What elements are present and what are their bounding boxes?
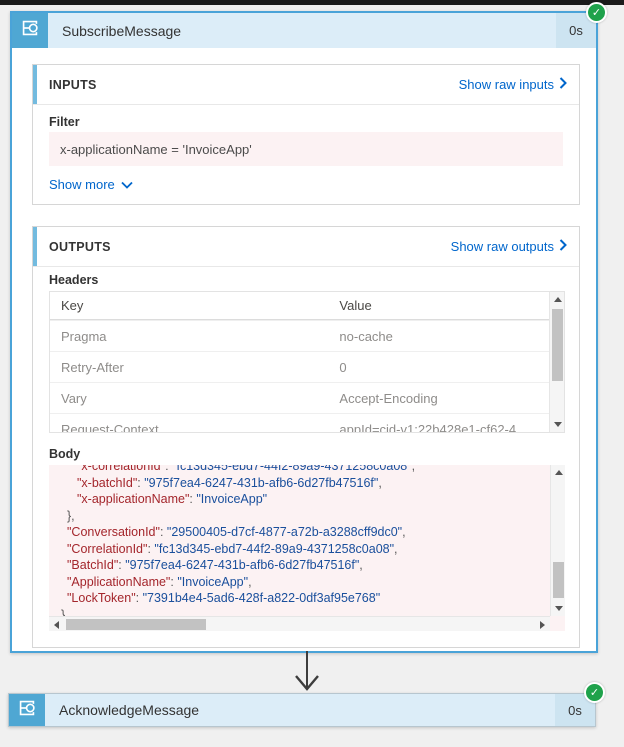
action-header-acknowledge[interactable]: AcknowledgeMessage 0s xyxy=(9,694,595,726)
show-raw-outputs-link[interactable]: Show raw outputs xyxy=(451,239,567,254)
table-vertical-scrollbar[interactable] xyxy=(549,292,564,432)
scroll-right-icon[interactable] xyxy=(535,617,550,631)
outputs-panel-header: OUTPUTS Show raw outputs xyxy=(33,227,579,267)
action-card-subscribe-message: SubscribeMessage 0s INPUTS Show raw inpu… xyxy=(10,11,598,653)
json-line: }, xyxy=(57,508,550,525)
logic-app-run-view: SubscribeMessage 0s INPUTS Show raw inpu… xyxy=(0,0,624,747)
scroll-down-icon[interactable] xyxy=(551,601,565,616)
body-label: Body xyxy=(49,447,80,461)
success-check-icon: ✓ xyxy=(584,682,605,703)
connector-icon-tile xyxy=(12,13,48,48)
json-line: "BatchId": "975f7ea4-6247-431b-afb6-6d27… xyxy=(57,557,550,574)
show-raw-inputs-label: Show raw inputs xyxy=(459,77,554,92)
row-key: Pragma xyxy=(50,329,339,344)
flow-arrow-icon xyxy=(292,651,322,697)
json-content: "x-correlationId": "fc13d345-ebd7-44f2-8… xyxy=(49,465,550,616)
row-key: Retry-After xyxy=(50,360,339,375)
scrollbar-thumb[interactable] xyxy=(66,619,206,630)
table-row: Pragma no-cache xyxy=(50,320,549,351)
chevron-down-icon xyxy=(121,177,133,192)
json-line: "x-applicationName": "InvoiceApp" xyxy=(57,491,550,508)
action-title: AcknowledgeMessage xyxy=(59,702,555,718)
outputs-panel: OUTPUTS Show raw outputs Headers Key Val… xyxy=(32,226,580,648)
row-value: 0 xyxy=(339,360,549,375)
json-line: } xyxy=(57,607,550,617)
filter-value-box: x-applicationName = 'InvoiceApp' xyxy=(49,132,563,166)
filter-label: Filter xyxy=(49,115,80,129)
api-connector-icon xyxy=(16,697,38,724)
json-line: "ApplicationName": "InvoiceApp", xyxy=(57,574,550,591)
window-top-edge xyxy=(0,0,624,5)
inputs-panel: INPUTS Show raw inputs Filter x-applicat… xyxy=(32,64,580,205)
table-row: Request-Context appId=cid-v1:22b428e1-cf… xyxy=(50,413,549,433)
body-json-box: "x-correlationId": "fc13d345-ebd7-44f2-8… xyxy=(49,465,565,631)
table-row: Vary Accept-Encoding xyxy=(50,382,549,413)
json-line: "x-batchId": "975f7ea4-6247-431b-afb6-6d… xyxy=(57,475,550,492)
scroll-down-icon[interactable] xyxy=(550,417,565,432)
json-line: "ConversationId": "29500405-d7cf-4877-a7… xyxy=(57,524,550,541)
chevron-right-icon xyxy=(559,77,567,92)
table-header-row: Key Value xyxy=(50,292,549,320)
connector-icon-tile xyxy=(9,694,45,726)
body-vertical-scrollbar[interactable] xyxy=(550,465,565,616)
row-key: Request-Context xyxy=(50,422,339,434)
column-header-key: Key xyxy=(50,298,339,313)
scroll-left-icon[interactable] xyxy=(49,617,64,631)
row-value: no-cache xyxy=(339,329,549,344)
json-line: "CorrelationId": "fc13d345-ebd7-44f2-89a… xyxy=(57,541,550,558)
scroll-up-icon[interactable] xyxy=(551,465,565,480)
success-check-icon: ✓ xyxy=(586,2,607,23)
outputs-section-label: OUTPUTS xyxy=(49,240,111,254)
action-header-subscribe[interactable]: SubscribeMessage 0s xyxy=(12,13,596,48)
filter-value: x-applicationName = 'InvoiceApp' xyxy=(60,142,252,157)
headers-label: Headers xyxy=(49,273,98,287)
row-key: Vary xyxy=(50,391,339,406)
inputs-section-label: INPUTS xyxy=(49,78,97,92)
table-row: Retry-After 0 xyxy=(50,351,549,382)
json-line: "x-correlationId": "fc13d345-ebd7-44f2-8… xyxy=(57,465,550,475)
row-value: Accept-Encoding xyxy=(339,391,549,406)
panel-accent-bar xyxy=(33,227,37,266)
api-connector-icon xyxy=(19,17,41,44)
column-header-value: Value xyxy=(339,298,549,313)
chevron-right-icon xyxy=(559,239,567,254)
show-more-link[interactable]: Show more xyxy=(49,177,133,192)
show-raw-inputs-link[interactable]: Show raw inputs xyxy=(459,77,567,92)
scrollbar-thumb[interactable] xyxy=(553,562,564,598)
show-more-label: Show more xyxy=(49,177,115,192)
panel-accent-bar xyxy=(33,65,37,104)
body-horizontal-scrollbar[interactable] xyxy=(49,616,550,631)
json-line: "LockToken": "7391b4e4-5ad6-428f-a822-0d… xyxy=(57,590,550,607)
row-value: appId=cid-v1:22b428e1-cf62-4 xyxy=(339,422,549,434)
headers-table: Key Value Pragma no-cache Retry-After 0 … xyxy=(49,291,565,433)
scroll-up-icon[interactable] xyxy=(550,292,565,307)
inputs-panel-header: INPUTS Show raw inputs xyxy=(33,65,579,105)
action-card-acknowledge-message[interactable]: AcknowledgeMessage 0s xyxy=(8,693,596,727)
action-title: SubscribeMessage xyxy=(62,23,556,39)
scrollbar-thumb[interactable] xyxy=(552,309,563,381)
show-raw-outputs-label: Show raw outputs xyxy=(451,239,554,254)
